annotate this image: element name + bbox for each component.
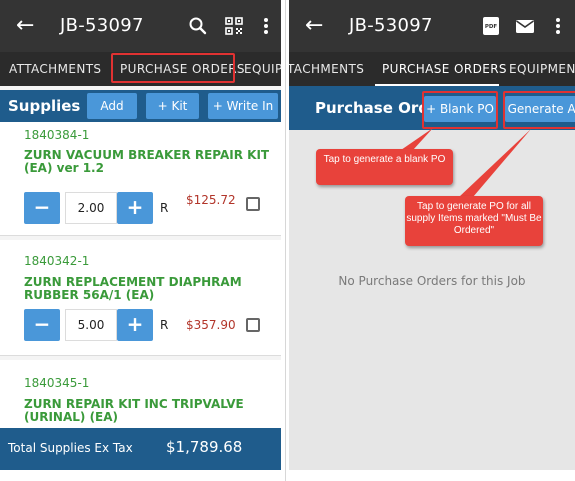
empty-state-message: No Purchase Orders for this Job [338, 274, 526, 288]
r-label: R [160, 201, 169, 215]
qr-code-icon[interactable] [222, 14, 246, 38]
decrease-qty-button[interactable]: − [24, 192, 60, 224]
list-item: 1840342-1 ZURN REPLACEMENT DIAPHRAM RUBB… [0, 240, 281, 356]
item-checkbox[interactable] [246, 318, 260, 332]
add-button[interactable]: Add [87, 93, 137, 119]
add-write-in-button[interactable]: + Write In [208, 93, 278, 119]
more-vert-icon[interactable] [254, 14, 278, 38]
purchase-orders-screen: ← JB-53097 PDF TACHMENTS PURCHASE ORDERS… [289, 0, 575, 470]
generate-all-pointer [459, 129, 531, 197]
panel-divider [285, 0, 286, 481]
total-value: $1,789.68 [166, 438, 243, 456]
blank-po-pointer [401, 128, 433, 150]
item-price: $357.90 [186, 318, 236, 332]
item-checkbox[interactable] [246, 197, 260, 211]
purchase-orders-highlight [111, 53, 235, 83]
back-arrow-icon[interactable]: ← [16, 12, 34, 40]
item-description: ZURN REPAIR KIT INC TRIPVALVE (URINAL) (… [24, 397, 244, 424]
item-price: $125.72 [186, 193, 236, 207]
supplies-label: Supplies [8, 97, 81, 115]
item-code: 1840342-1 [24, 254, 90, 268]
job-title: JB-53097 [60, 15, 144, 36]
list-item: 1840345-1 ZURN REPAIR KIT INC TRIPVALVE … [0, 360, 281, 428]
total-bar: Total Supplies Ex Tax $1,789.68 [0, 428, 281, 470]
quantity-field[interactable]: 5.00 [65, 309, 117, 341]
blank-po-callout: Tap to generate a blank PO [316, 149, 453, 185]
r-label: R [160, 318, 169, 332]
generate-all-callout: Tap to generate PO for all supply Items … [405, 196, 543, 246]
decrease-qty-button[interactable]: − [24, 309, 60, 341]
list-item: 1840384-1 ZURN VACUUM BREAKER REPAIR KIT… [0, 122, 281, 236]
app-bar: ← JB-53097 [0, 0, 281, 52]
supplies-screen: ← JB-53097 ATTACHMENTS PURCHASE ORDERS E… [0, 0, 281, 470]
item-code: 1840345-1 [24, 376, 90, 390]
increase-qty-button[interactable]: + [117, 192, 153, 224]
supplies-header: Supplies Add + Kit + Write In [0, 90, 281, 122]
item-code: 1840384-1 [24, 128, 90, 142]
tab-attachments[interactable]: ATTACHMENTS [9, 62, 101, 76]
add-kit-button[interactable]: + Kit [146, 93, 199, 119]
quantity-field[interactable]: 2.00 [65, 192, 117, 224]
search-icon[interactable] [186, 14, 210, 38]
total-label: Total Supplies Ex Tax [8, 441, 133, 455]
tab-equipment[interactable]: EQUIP [244, 62, 281, 76]
item-description: ZURN VACUUM BREAKER REPAIR KIT (EA) ver … [24, 148, 270, 175]
item-description: ZURN REPLACEMENT DIAPHRAM RUBBER 56A/1 (… [24, 275, 242, 302]
increase-qty-button[interactable]: + [117, 309, 153, 341]
